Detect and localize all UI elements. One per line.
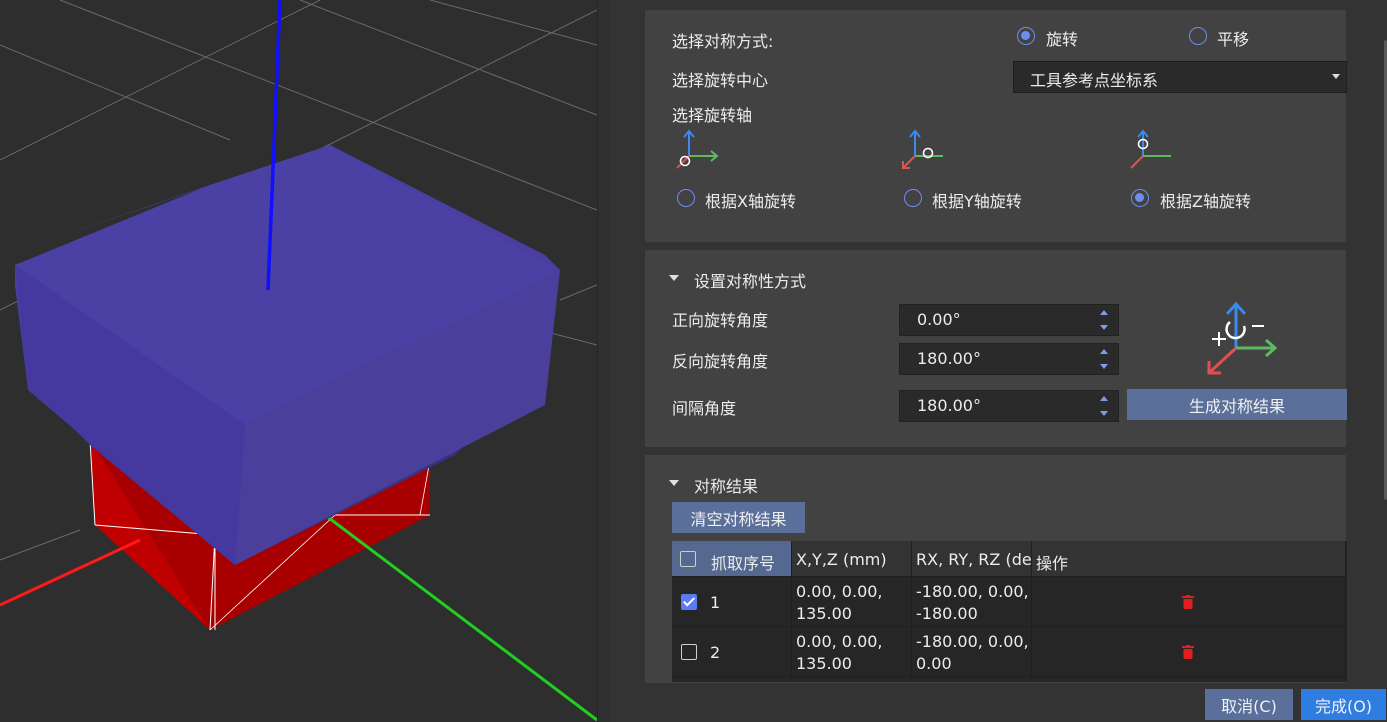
reverse-angle-spinbox[interactable]: 180.00° bbox=[899, 343, 1119, 375]
translation-radio[interactable] bbox=[1189, 27, 1207, 45]
x-axis-rotation-icon bbox=[676, 129, 719, 169]
select-all-checkbox[interactable] bbox=[680, 551, 696, 567]
row-index: 2 bbox=[710, 643, 721, 662]
x-axis-line bbox=[0, 538, 141, 607]
3d-scene bbox=[0, 0, 597, 722]
forward-angle-value: 0.00° bbox=[917, 310, 961, 329]
column-header-index[interactable]: 抓取序号 bbox=[672, 541, 792, 577]
z-axis-radio-label[interactable]: 根据Z轴旋转 bbox=[1160, 188, 1251, 212]
y-axis-radio[interactable] bbox=[904, 189, 922, 207]
chevron-down-icon bbox=[1332, 74, 1340, 79]
column-header-index-label: 抓取序号 bbox=[711, 554, 776, 573]
row-index-cell: 2 bbox=[672, 627, 792, 676]
spin-up-icon[interactable] bbox=[1100, 349, 1108, 354]
rotation-direction-icon bbox=[1207, 301, 1278, 375]
spin-down-icon[interactable] bbox=[1100, 325, 1108, 330]
row-action-cell bbox=[1032, 627, 1346, 676]
table-row[interactable]: 2 0.00, 0.00, 135.00 -180.00, 0.00, 0.00 bbox=[672, 627, 1347, 677]
results-table: 抓取序号 X,Y,Z (mm) RX, RY, RZ (de 操作 1 0.00… bbox=[672, 541, 1347, 682]
panel-splitter[interactable] bbox=[597, 0, 611, 722]
reverse-angle-value: 180.00° bbox=[917, 349, 981, 368]
rotation-axis-label: 选择旋转轴 bbox=[672, 106, 753, 125]
z-axis-rotation-icon bbox=[1130, 129, 1171, 169]
done-button[interactable]: 完成(O) bbox=[1301, 689, 1386, 720]
trash-icon[interactable] bbox=[1182, 595, 1194, 609]
translation-radio-label[interactable]: 平移 bbox=[1217, 26, 1249, 50]
reverse-angle-label: 反向旋转角度 bbox=[672, 352, 769, 371]
collapse-triangle-icon[interactable] bbox=[669, 275, 679, 281]
collapse-triangle-icon[interactable] bbox=[669, 480, 679, 486]
symmetry-method-section: 选择对称方式: 旋转 平移 选择旋转中心 工具参考点坐标系 选择旋转轴 根据X轴… bbox=[645, 10, 1347, 242]
rotation-center-label: 选择旋转中心 bbox=[672, 71, 769, 90]
column-header-rxryrz[interactable]: RX, RY, RZ (de bbox=[912, 541, 1032, 577]
column-header-xyz[interactable]: X,Y,Z (mm) bbox=[792, 541, 912, 577]
spin-down-icon[interactable] bbox=[1100, 411, 1108, 416]
generate-result-button[interactable]: 生成对称结果 bbox=[1127, 389, 1347, 420]
3d-viewport[interactable] bbox=[0, 0, 597, 722]
y-axis-rotation-icon bbox=[902, 129, 943, 169]
spin-up-icon[interactable] bbox=[1100, 396, 1108, 401]
forward-angle-label: 正向旋转角度 bbox=[672, 311, 769, 330]
rotation-center-value: 工具参考点坐标系 bbox=[1030, 71, 1159, 90]
dialog-root: 选择对称方式: 旋转 平移 选择旋转中心 工具参考点坐标系 选择旋转轴 根据X轴… bbox=[0, 0, 1387, 722]
results-title[interactable]: 对称结果 bbox=[694, 473, 758, 497]
spin-up-icon[interactable] bbox=[1100, 310, 1108, 315]
row-rxryrz: -180.00, 0.00, -180.00 bbox=[912, 577, 1032, 626]
rotation-radio-label[interactable]: 旋转 bbox=[1046, 26, 1078, 50]
symmetry-settings-section: 设置对称性方式 正向旋转角度 0.00° 反向旋转角度 180.00° 间隔角度… bbox=[645, 250, 1347, 447]
symmetry-settings-title[interactable]: 设置对称性方式 bbox=[694, 268, 806, 292]
trash-icon[interactable] bbox=[1182, 645, 1194, 659]
interval-angle-spinbox[interactable]: 180.00° bbox=[899, 390, 1119, 422]
rotation-radio[interactable] bbox=[1017, 27, 1035, 45]
x-axis-radio-label[interactable]: 根据X轴旋转 bbox=[705, 188, 796, 212]
row-xyz: 0.00, 0.00, 135.00 bbox=[792, 577, 912, 626]
x-axis-radio[interactable] bbox=[677, 189, 695, 207]
spin-down-icon[interactable] bbox=[1100, 364, 1108, 369]
row-rxryrz: -180.00, 0.00, 0.00 bbox=[912, 627, 1032, 676]
row-xyz: 0.00, 0.00, 135.00 bbox=[792, 627, 912, 676]
row-checkbox[interactable] bbox=[681, 594, 697, 610]
clear-results-button[interactable]: 清空对称结果 bbox=[672, 502, 805, 533]
settings-panel: 选择对称方式: 旋转 平移 选择旋转中心 工具参考点坐标系 选择旋转轴 根据X轴… bbox=[611, 0, 1387, 722]
forward-angle-spinbox[interactable]: 0.00° bbox=[899, 304, 1119, 336]
column-header-action[interactable]: 操作 bbox=[1032, 541, 1346, 577]
y-axis-line bbox=[324, 513, 597, 722]
symmetry-method-label: 选择对称方式: bbox=[672, 32, 774, 51]
cancel-button[interactable]: 取消(C) bbox=[1205, 689, 1293, 720]
interval-angle-label: 间隔角度 bbox=[672, 399, 737, 418]
interval-angle-value: 180.00° bbox=[917, 396, 981, 415]
table-row[interactable]: 1 0.00, 0.00, 135.00 -180.00, 0.00, -180… bbox=[672, 577, 1347, 627]
row-action-cell bbox=[1032, 577, 1346, 626]
z-axis-radio[interactable] bbox=[1131, 189, 1149, 207]
row-checkbox[interactable] bbox=[681, 644, 697, 660]
row-index-cell: 1 bbox=[672, 577, 792, 626]
y-axis-radio-label[interactable]: 根据Y轴旋转 bbox=[932, 188, 1022, 212]
rotation-center-select[interactable]: 工具参考点坐标系 bbox=[1013, 61, 1347, 93]
row-index: 1 bbox=[710, 593, 721, 612]
